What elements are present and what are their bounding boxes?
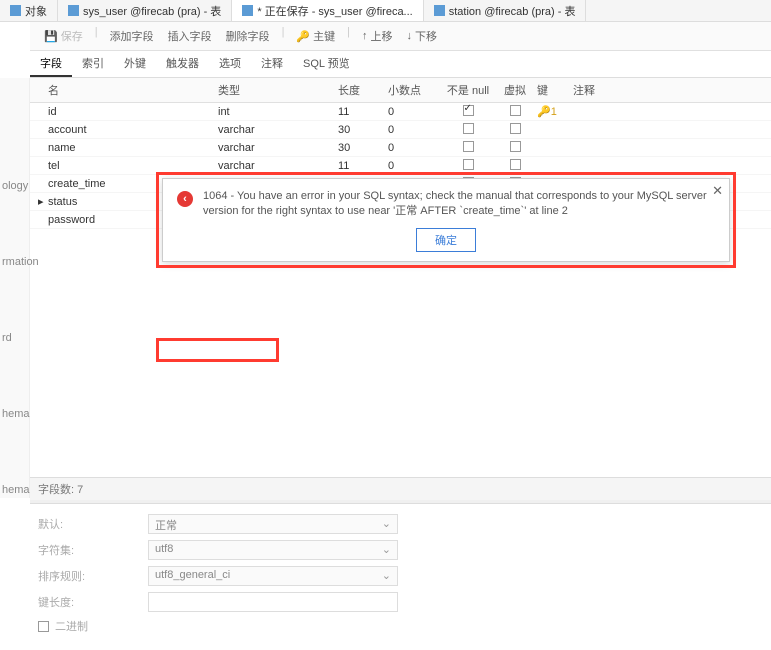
notnull-checkbox[interactable]: [463, 105, 474, 116]
col-header-virtual[interactable]: 虚拟: [493, 82, 537, 98]
window-tab[interactable]: station @firecab (pra) - 表: [424, 0, 587, 21]
virtual-checkbox[interactable]: [510, 105, 521, 116]
col-header-type[interactable]: 类型: [218, 82, 338, 98]
charset-label: 字符集:: [38, 542, 148, 558]
col-header-notnull[interactable]: 不是 null: [443, 82, 493, 98]
binary-label: 二进制: [55, 618, 88, 634]
table-row[interactable]: idint110🔑1: [30, 103, 771, 121]
col-header-name[interactable]: 名: [48, 82, 218, 98]
table-row[interactable]: telvarchar110: [30, 157, 771, 175]
notnull-checkbox[interactable]: [463, 123, 474, 134]
left-rail: ologyrmationrdhemahema: [0, 78, 30, 498]
ok-button[interactable]: 确定: [416, 228, 476, 252]
move-up-button[interactable]: ↑ 上移: [356, 26, 399, 46]
col-header-decimals[interactable]: 小数点: [388, 82, 443, 98]
subtab-选项[interactable]: 选项: [209, 51, 251, 77]
virtual-checkbox[interactable]: [510, 123, 521, 134]
col-header-key[interactable]: 键: [537, 82, 573, 98]
table-icon: [10, 5, 21, 16]
col-header-comment[interactable]: 注释: [573, 82, 763, 98]
move-down-button[interactable]: ↓ 下移: [400, 26, 443, 46]
subtab-SQL 预览[interactable]: SQL 预览: [293, 51, 360, 77]
insert-field-button[interactable]: 插入字段: [162, 26, 218, 46]
notnull-checkbox[interactable]: [463, 159, 474, 170]
save-button[interactable]: 💾 保存: [38, 26, 89, 46]
window-tab[interactable]: 对象: [0, 0, 58, 21]
table-row[interactable]: accountvarchar300: [30, 121, 771, 139]
key-icon: 🔑1: [537, 106, 557, 118]
window-tabs: 对象sys_user @firecab (pra) - 表* 正在保存 - sy…: [0, 0, 771, 22]
subtab-注释[interactable]: 注释: [251, 51, 293, 77]
primary-key-button[interactable]: 🔑 主键: [290, 26, 341, 46]
charset-select[interactable]: utf8: [148, 540, 398, 560]
default-label: 默认:: [38, 516, 148, 532]
grid-header: 名 类型 长度 小数点 不是 null 虚拟 键 注释: [30, 78, 771, 103]
subtab-字段[interactable]: 字段: [30, 51, 72, 77]
window-tab[interactable]: * 正在保存 - sys_user @fireca...: [232, 0, 423, 21]
toolbar: 💾 保存 | 添加字段 插入字段 删除字段 | 🔑 主键 | ↑ 上移 ↓ 下移: [30, 22, 771, 51]
subtab-外键[interactable]: 外键: [114, 51, 156, 77]
table-icon: [68, 5, 79, 16]
collation-label: 排序规则:: [38, 568, 148, 584]
col-header-length[interactable]: 长度: [338, 82, 388, 98]
binary-checkbox[interactable]: [38, 621, 49, 632]
delete-field-button[interactable]: 删除字段: [220, 26, 276, 46]
collation-select[interactable]: utf8_general_ci: [148, 566, 398, 586]
subtab-索引[interactable]: 索引: [72, 51, 114, 77]
error-icon: ‹: [177, 191, 193, 207]
virtual-checkbox[interactable]: [510, 141, 521, 152]
add-field-button[interactable]: 添加字段: [104, 26, 160, 46]
close-icon[interactable]: ✕: [712, 183, 723, 199]
keylen-label: 键长度:: [38, 594, 148, 610]
error-dialog: ✕ ‹ 1064 - You have an error in your SQL…: [162, 178, 730, 262]
notnull-checkbox[interactable]: [463, 141, 474, 152]
default-input[interactable]: 正常: [148, 514, 398, 534]
subtab-触发器[interactable]: 触发器: [156, 51, 209, 77]
table-row[interactable]: namevarchar300: [30, 139, 771, 157]
error-message: 1064 - You have an error in your SQL syn…: [203, 189, 715, 220]
window-tab[interactable]: sys_user @firecab (pra) - 表: [58, 0, 232, 21]
keylen-input[interactable]: [148, 592, 398, 612]
table-icon: [434, 5, 445, 16]
sub-tabs: 字段索引外键触发器选项注释SQL 预览: [30, 51, 771, 78]
virtual-checkbox[interactable]: [510, 159, 521, 170]
field-properties: 默认: 正常 字符集: utf8 排序规则: utf8_general_ci 键…: [0, 504, 771, 650]
table-icon: [242, 5, 253, 16]
status-bar: 字段数: 7: [30, 477, 771, 500]
